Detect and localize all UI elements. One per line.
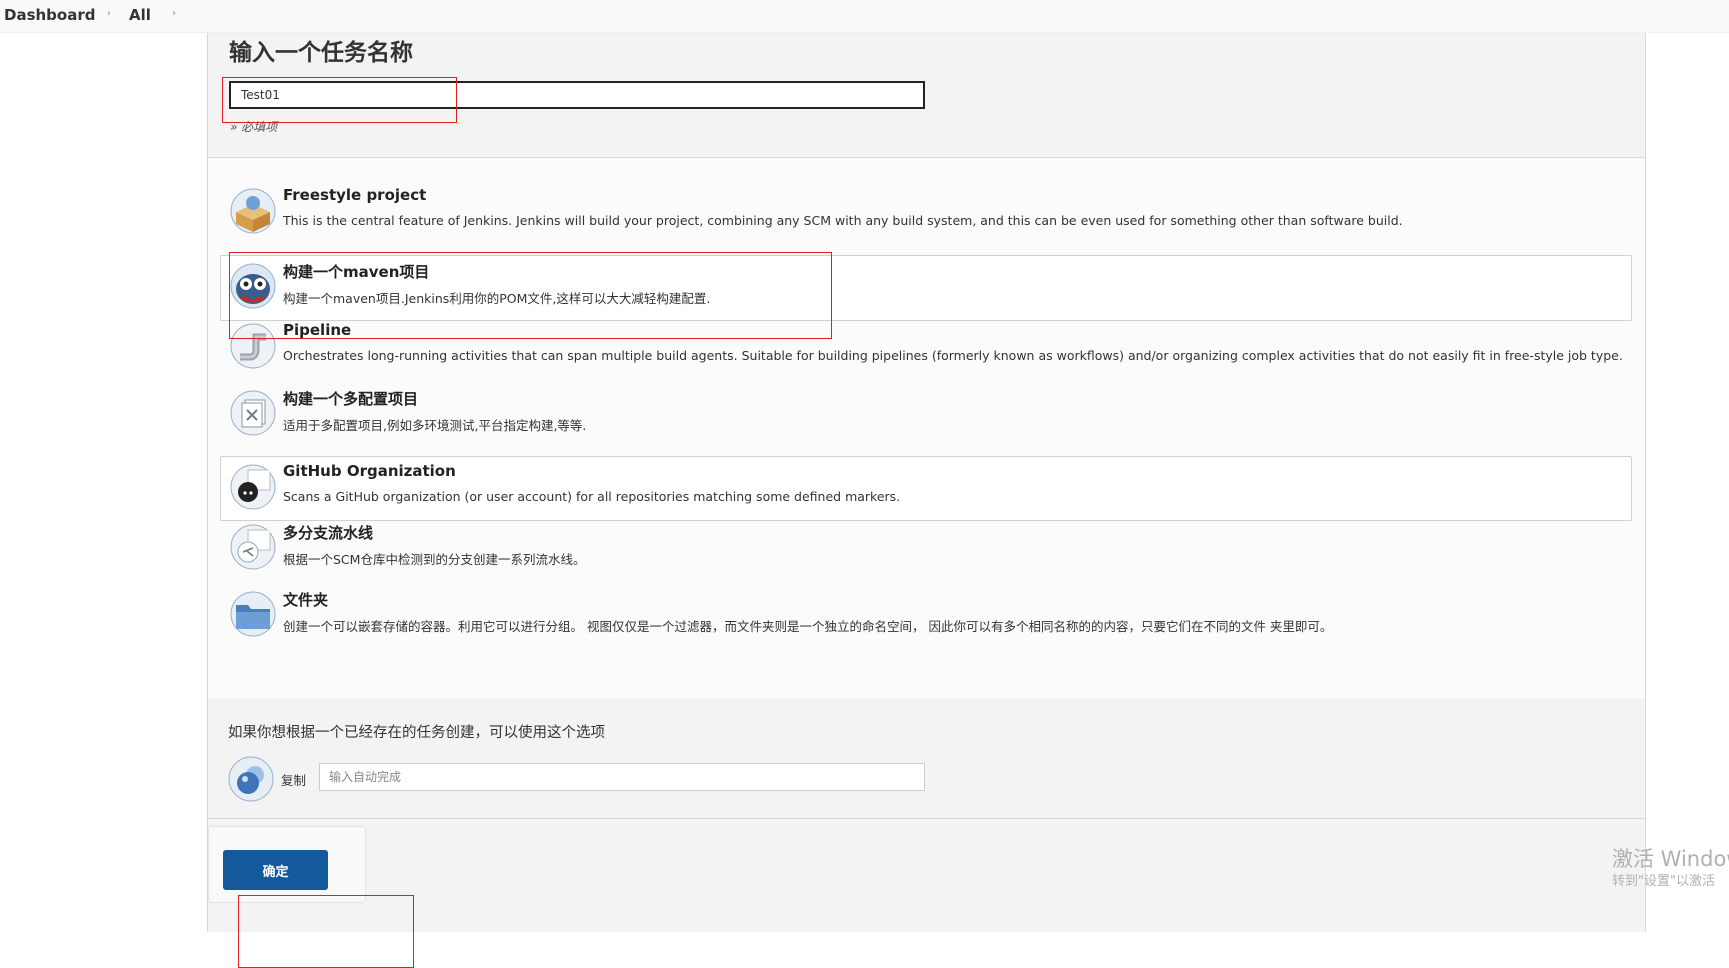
breadcrumb-separator[interactable]: ›	[172, 8, 176, 19]
job-type-desc: 根据一个SCM仓库中检测到的分支创建一系列流水线。	[283, 552, 586, 567]
windows-activation-watermark: 激活 Window	[1612, 847, 1729, 871]
job-type-freestyle[interactable]: Freestyle project This is the central fe…	[220, 180, 1632, 242]
multibranch-icon	[230, 524, 276, 570]
copy-from-section: 如果你想根据一个已经存在的任务创建，可以使用这个选项 复制	[208, 698, 1645, 819]
ok-button-panel: 确定	[208, 826, 366, 903]
job-type-desc: 适用于多配置项目,例如多环境测试,平台指定构建,等等.	[283, 418, 587, 433]
windows-activation-hint: 转到"设置"以激活	[1612, 874, 1715, 889]
job-type-title: Pipeline	[283, 321, 352, 339]
breadcrumb-dashboard[interactable]: Dashboard	[4, 6, 95, 24]
page-title: 输入一个任务名称	[229, 40, 413, 66]
new-item-panel: 输入一个任务名称 » 必填项 Freestyle project This is…	[207, 33, 1646, 932]
copy-label: 复制	[281, 773, 307, 788]
job-type-pipeline[interactable]: Pipeline Orchestrates long-running activ…	[220, 315, 1632, 377]
job-type-multibranch[interactable]: 多分支流水线 根据一个SCM仓库中检测到的分支创建一系列流水线。	[220, 516, 1632, 578]
job-type-desc: This is the central feature of Jenkins. …	[283, 213, 1403, 228]
copy-prompt: 如果你想根据一个已经存在的任务创建，可以使用这个选项	[228, 725, 605, 741]
copy-sphere-icon	[228, 756, 274, 802]
job-type-title: GitHub Organization	[283, 462, 456, 480]
pipeline-pipe-icon	[230, 323, 276, 369]
required-hint: » 必填项	[230, 120, 278, 134]
multi-config-icon	[230, 390, 276, 436]
github-octocat-icon	[230, 464, 276, 510]
job-type-title: 构建一个多配置项目	[283, 390, 419, 408]
job-type-desc: Orchestrates long-running activities tha…	[283, 348, 1623, 363]
job-type-title: 文件夹	[283, 591, 329, 609]
job-type-desc: 构建一个maven项目.Jenkins利用你的POM文件,这样可以大大减轻构建配…	[283, 291, 711, 306]
job-type-multi-config[interactable]: 构建一个多配置项目 适用于多配置项目,例如多环境测试,平台指定构建,等等.	[220, 382, 1632, 444]
item-name-input[interactable]	[229, 81, 925, 109]
job-type-maven[interactable]: 构建一个maven项目 构建一个maven项目.Jenkins利用你的POM文件…	[220, 255, 1632, 321]
copy-from-input[interactable]	[319, 763, 925, 791]
job-type-list: Freestyle project This is the central fe…	[208, 157, 1645, 699]
breadcrumb: Dashboard › All ›	[0, 0, 1729, 33]
job-type-github-organization[interactable]: GitHub Organization Scans a GitHub organ…	[220, 456, 1632, 521]
footer-area: 确定	[208, 819, 1645, 932]
ok-button[interactable]: 确定	[223, 850, 328, 890]
maven-owl-icon	[230, 263, 276, 309]
job-type-title: Freestyle project	[283, 186, 427, 204]
job-type-folder[interactable]: 文件夹 创建一个可以嵌套存储的容器。利用它可以进行分组。 视图仅仅是一个过滤器，…	[220, 583, 1632, 645]
folder-icon	[230, 591, 276, 637]
breadcrumb-all[interactable]: All	[129, 6, 151, 24]
breadcrumb-separator[interactable]: ›	[107, 8, 111, 19]
job-type-desc: Scans a GitHub organization (or user acc…	[283, 489, 901, 504]
job-type-desc: 创建一个可以嵌套存储的容器。利用它可以进行分组。 视图仅仅是一个过滤器，而文件夹…	[283, 619, 1333, 634]
job-type-title: 构建一个maven项目	[283, 263, 430, 281]
job-type-title: 多分支流水线	[283, 524, 374, 542]
freestyle-box-icon	[230, 188, 276, 234]
